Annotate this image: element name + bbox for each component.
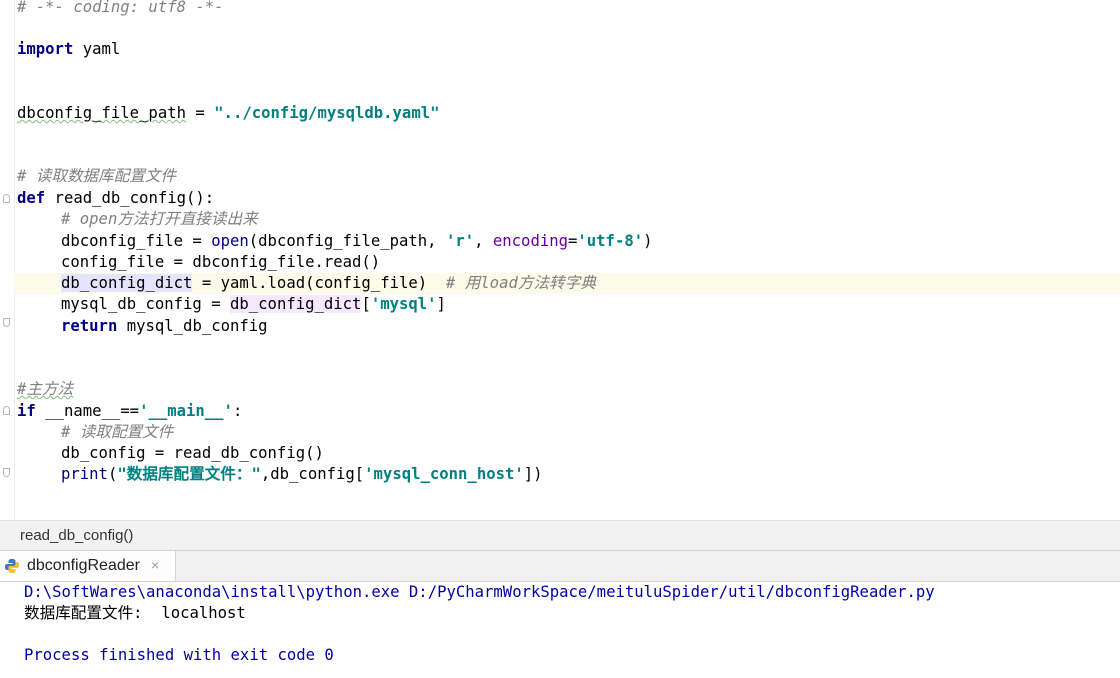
identifier: db_config_dict <box>61 274 193 292</box>
code-line-print[interactable]: print("数据库配置文件：",db_config['mysql_conn_h… <box>61 464 543 485</box>
identifier-reference: db_config_dict <box>230 295 362 313</box>
operator: == <box>120 402 140 420</box>
fold-marker-icon[interactable] <box>3 406 10 415</box>
close-icon[interactable]: × <box>151 557 159 573</box>
string-literal: 'mysql' <box>370 295 437 313</box>
code-line-call[interactable]: db_config = read_db_config() <box>61 443 324 464</box>
code-text: ) <box>643 232 653 250</box>
comment: #主方法 <box>17 380 74 398</box>
code-line-comment[interactable]: # open方法打开直接读出来 <box>61 209 258 230</box>
code-line-read[interactable]: config_file = dbconfig_file.read() <box>61 252 380 273</box>
keyword: import <box>17 40 74 58</box>
string-literal: 'mysql_conn_host' <box>364 465 524 483</box>
console-output-line: 数据库配置文件: localhost <box>24 604 246 622</box>
string-literal: 'utf-8' <box>577 232 644 250</box>
code-line-import[interactable]: import yaml <box>17 39 120 60</box>
run-tab-label: dbconfigReader <box>27 557 140 574</box>
code-line-mysql[interactable]: mysql_db_config = db_config_dict['mysql'… <box>61 294 446 315</box>
code-line-comment[interactable]: # 读取配置文件 <box>61 422 173 443</box>
code-line-open[interactable]: dbconfig_file = open(dbconfig_file_path,… <box>61 231 653 252</box>
code-text: , <box>474 232 493 250</box>
fold-end-icon[interactable] <box>3 318 10 327</box>
code-text: (dbconfig_file_path, <box>248 232 446 250</box>
code-editor[interactable]: # -*- coding: utf8 -*- import yaml dbcon… <box>0 0 1120 520</box>
code-text: dbconfig_file = <box>61 232 212 250</box>
identifier: dbconfig_file_path <box>17 104 186 122</box>
code-line-1[interactable]: # -*- coding: utf8 -*- <box>17 0 224 18</box>
run-tool-window-tabs: dbconfigReader × <box>0 550 1120 582</box>
fold-end-icon[interactable] <box>3 468 10 477</box>
console-command-line: D:\SoftWares\anaconda\install\python.exe… <box>24 583 935 601</box>
editor-gutter <box>0 0 15 520</box>
code-text: ( <box>107 465 118 483</box>
fold-marker-icon[interactable] <box>3 194 10 203</box>
code-text: [ <box>361 295 371 313</box>
code-line-comment[interactable]: #主方法 <box>17 379 73 400</box>
code-line-def[interactable]: def read_db_config(): <box>17 188 214 209</box>
breadcrumb-item[interactable]: read_db_config() <box>20 527 133 544</box>
code-text: ]) <box>523 465 543 483</box>
keyword: return <box>61 317 118 335</box>
console-exit-line: Process finished with exit code 0 <box>24 646 334 664</box>
run-console[interactable]: D:\SoftWares\anaconda\install\python.exe… <box>0 582 1120 678</box>
keyword-argument: encoding <box>492 232 568 250</box>
string-literal: 'r' <box>445 232 475 250</box>
comment: # 读取配置文件 <box>61 423 174 441</box>
code-line-return[interactable]: return mysql_db_config <box>61 316 268 337</box>
comment: # -*- coding: utf8 -*- <box>17 0 224 16</box>
string-literal: '__main__' <box>139 402 233 420</box>
code-text: = <box>568 232 578 250</box>
code-text: db_config = read_db_config() <box>61 444 324 462</box>
string-literal: "数据库配置文件：" <box>117 465 261 483</box>
code-line-if[interactable]: if __name__=='__main__': <box>17 401 242 422</box>
python-icon <box>5 559 19 573</box>
code-text: = yaml.load(config_file) <box>192 274 446 292</box>
comment: # open方法打开直接读出来 <box>61 210 258 228</box>
operator: = <box>186 104 215 122</box>
code-text: : <box>232 402 243 420</box>
code-text: mysql_db_config <box>117 317 268 335</box>
keyword: def <box>17 189 46 207</box>
code-text: mysql_db_config = <box>61 295 230 313</box>
builtin: print <box>61 465 108 483</box>
keyword: if <box>17 402 36 420</box>
run-tab[interactable]: dbconfigReader × <box>0 551 176 581</box>
code-line-comment[interactable]: # 读取数据库配置文件 <box>17 166 176 187</box>
code-line-current[interactable]: db_config_dict = yaml.load(config_file) … <box>61 273 596 294</box>
identifier: yaml <box>73 40 121 58</box>
breadcrumb[interactable]: read_db_config() <box>0 520 1120 550</box>
string-literal: "../config/mysqldb.yaml" <box>214 104 440 122</box>
comment: # 读取数据库配置文件 <box>17 167 177 185</box>
comment: # 用load方法转字典 <box>445 274 596 292</box>
builtin: open <box>211 232 249 250</box>
code-text: ,db_config[ <box>260 465 365 483</box>
code-line-path[interactable]: dbconfig_file_path = "../config/mysqldb.… <box>17 103 440 124</box>
code-text: ] <box>436 295 446 313</box>
code-text: config_file = dbconfig_file.read() <box>61 253 381 271</box>
function-signature: read_db_config(): <box>45 189 215 207</box>
dunder-name: __name__ <box>45 402 121 420</box>
